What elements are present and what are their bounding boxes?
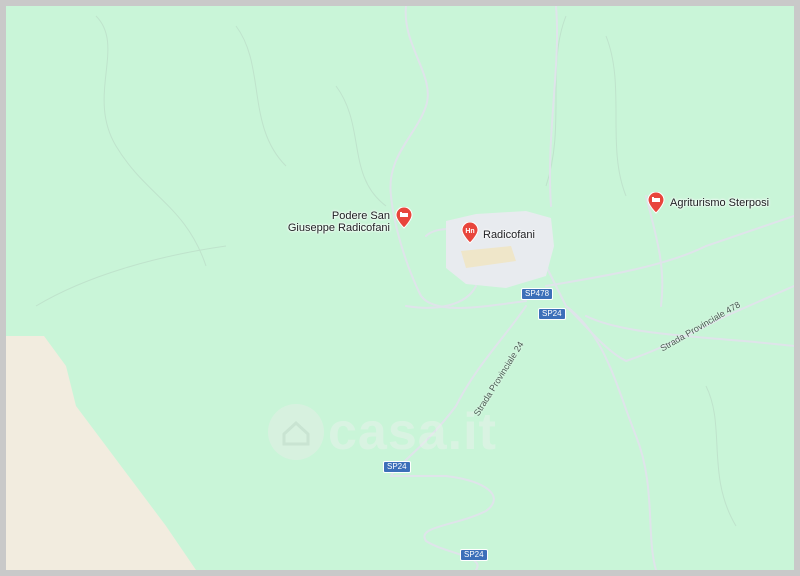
watermark: casa.it bbox=[268, 402, 497, 462]
place-label-radicofani[interactable]: Radicofani bbox=[483, 229, 535, 241]
town-hotel-pin-icon[interactable]: Hn bbox=[461, 221, 479, 244]
place-label-line: Giuseppe Radicofani bbox=[287, 222, 390, 234]
house-logo-icon bbox=[268, 404, 324, 460]
map-base bbox=[6, 6, 794, 570]
hotel-pin-icon[interactable] bbox=[395, 206, 413, 229]
watermark-text: casa.it bbox=[328, 403, 497, 461]
place-label-agriturismo[interactable]: Agriturismo Sterposi bbox=[670, 197, 769, 209]
road-shield-sp24: SP24 bbox=[538, 308, 566, 320]
map-view[interactable]: Agriturismo Sterposi Podere San Giuseppe… bbox=[6, 6, 794, 570]
terrain-area bbox=[6, 336, 196, 570]
hotel-pin-icon[interactable] bbox=[647, 191, 665, 214]
place-label-line: Podere San bbox=[331, 210, 390, 222]
place-label-podere[interactable]: Podere San Giuseppe Radicofani bbox=[278, 210, 390, 234]
svg-text:Hn: Hn bbox=[465, 228, 474, 235]
road-shield-sp24: SP24 bbox=[460, 549, 488, 561]
road-shield-sp24: SP24 bbox=[383, 461, 411, 473]
road-shield-sp478: SP478 bbox=[521, 288, 554, 300]
